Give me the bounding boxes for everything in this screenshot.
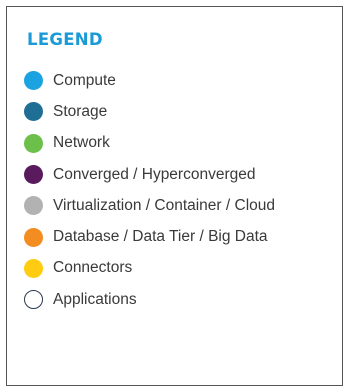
legend-item-network: Network [24,128,275,159]
legend-item-label: Storage [53,102,108,120]
virtualization-swatch-icon [24,196,43,216]
legend-item-virtualization: Virtualization / Container / Cloud [24,190,275,221]
compute-swatch-icon [24,71,43,91]
database-swatch-icon [24,227,43,247]
network-swatch-icon [24,133,43,153]
legend-title: LEGEND [27,30,103,49]
applications-swatch-icon [24,290,43,310]
legend-item-applications: Applications [24,284,275,315]
legend-item-label: Connectors [53,259,133,277]
legend-item-label: Network [53,134,110,152]
legend-item-label: Converged / Hyperconverged [53,165,256,183]
legend-item-label: Compute [53,71,116,89]
converged-swatch-icon [24,165,43,185]
legend-list: Compute Storage Network Converged / Hype… [24,65,275,315]
legend-item-label: Applications [53,290,137,308]
storage-swatch-icon [24,102,43,122]
legend-item-database: Database / Data Tier / Big Data [24,221,275,252]
legend-item-label: Virtualization / Container / Cloud [53,196,276,214]
legend-item-storage: Storage [24,96,275,127]
connectors-swatch-icon [24,258,43,278]
legend-item-converged: Converged / Hyperconverged [24,159,275,190]
legend-item-label: Database / Data Tier / Big Data [53,228,268,246]
legend-item-connectors: Connectors [24,253,275,284]
legend-item-compute: Compute [24,65,275,96]
